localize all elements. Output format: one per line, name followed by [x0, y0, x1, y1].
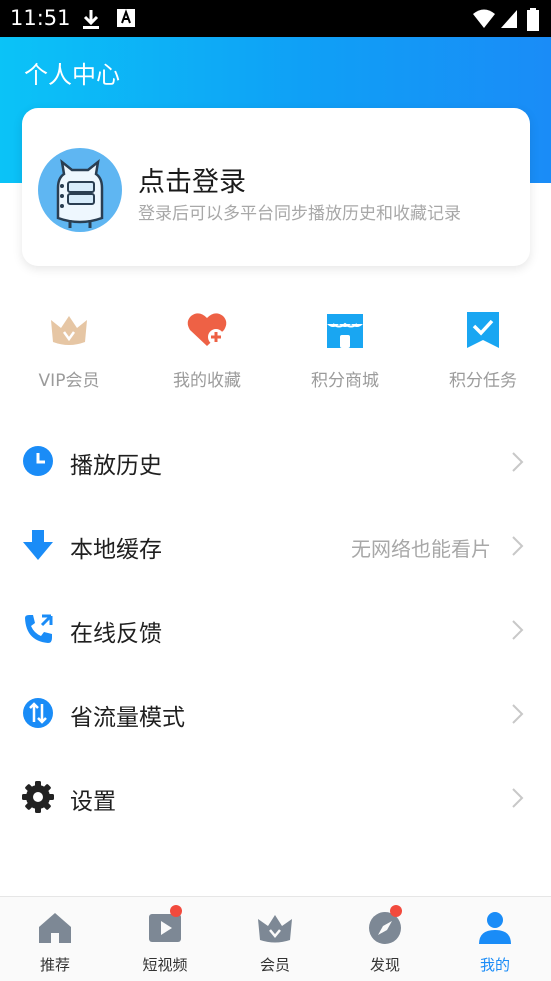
- menu-hint: 无网络也能看片: [351, 537, 491, 561]
- menu-play-history[interactable]: 播放历史: [0, 419, 551, 503]
- notification-badge: [170, 905, 182, 917]
- quick-favorites[interactable]: 我的收藏: [138, 300, 276, 400]
- tab-label: 会员: [259, 956, 290, 974]
- chevron-right-icon: [512, 452, 524, 472]
- menu-settings[interactable]: 设置: [0, 755, 551, 839]
- wifi-icon: [473, 9, 495, 28]
- status-bar: 11:51: [0, 0, 551, 37]
- avatar[interactable]: [38, 148, 122, 232]
- tab-label: 短视频: [142, 956, 188, 974]
- robot-avatar-icon: [56, 158, 104, 228]
- crown-icon: [258, 915, 292, 943]
- home-icon: [39, 913, 71, 943]
- store-icon: [327, 314, 363, 348]
- page-title: 个人中心: [24, 61, 120, 89]
- tab-vip[interactable]: 会员: [220, 897, 330, 981]
- chevron-right-icon: [512, 620, 524, 640]
- tab-recommend[interactable]: 推荐: [0, 897, 110, 981]
- quick-label: VIP会员: [38, 371, 100, 391]
- download-status-icon: [83, 10, 99, 29]
- task-check-icon: [467, 312, 499, 348]
- login-card[interactable]: 点击登录 登录后可以多平台同步播放历史和收藏记录: [22, 108, 530, 266]
- menu-label: 省流量模式: [70, 705, 185, 731]
- quick-label: 积分任务: [449, 371, 517, 391]
- font-status-icon: [117, 9, 135, 27]
- quick-points-store[interactable]: 积分商城: [276, 300, 414, 400]
- chevron-right-icon: [512, 788, 524, 808]
- quick-vip[interactable]: VIP会员: [0, 300, 138, 400]
- tab-short-video[interactable]: 短视频: [110, 897, 220, 981]
- chevron-right-icon: [512, 704, 524, 724]
- login-subtitle: 登录后可以多平台同步播放历史和收藏记录: [138, 204, 461, 224]
- menu-feedback[interactable]: 在线反馈: [0, 587, 551, 671]
- clock-icon: [23, 446, 53, 476]
- menu-label: 在线反馈: [70, 621, 162, 647]
- person-icon: [479, 912, 511, 944]
- login-title[interactable]: 点击登录: [138, 160, 246, 199]
- tab-label: 推荐: [39, 956, 70, 974]
- menu-label: 本地缓存: [70, 537, 162, 563]
- menu-data-saver[interactable]: 省流量模式: [0, 671, 551, 755]
- menu-local-cache[interactable]: 本地缓存 无网络也能看片: [0, 503, 551, 587]
- notification-badge: [390, 905, 402, 917]
- chevron-right-icon: [512, 536, 524, 556]
- menu-label: 设置: [70, 789, 116, 815]
- heart-plus-icon: [187, 313, 227, 346]
- quick-label: 积分商城: [311, 371, 379, 391]
- phone-icon: [25, 614, 53, 643]
- bottom-nav: 推荐 短视频 会员 发现 我的: [0, 896, 551, 981]
- tab-label: 我的: [479, 956, 510, 974]
- data-saver-icon: [23, 698, 53, 728]
- quick-label: 我的收藏: [173, 371, 241, 391]
- tab-mine[interactable]: 我的: [440, 897, 550, 981]
- download-icon: [23, 530, 53, 560]
- tab-label: 发现: [369, 956, 400, 974]
- gear-icon: [22, 781, 54, 813]
- quick-points-tasks[interactable]: 积分任务: [414, 300, 551, 400]
- battery-icon: [527, 8, 539, 31]
- tab-discover[interactable]: 发现: [330, 897, 440, 981]
- crown-icon: [51, 316, 87, 345]
- signal-icon: [501, 10, 517, 28]
- menu-label: 播放历史: [70, 453, 162, 479]
- status-time: 11:51: [10, 6, 71, 30]
